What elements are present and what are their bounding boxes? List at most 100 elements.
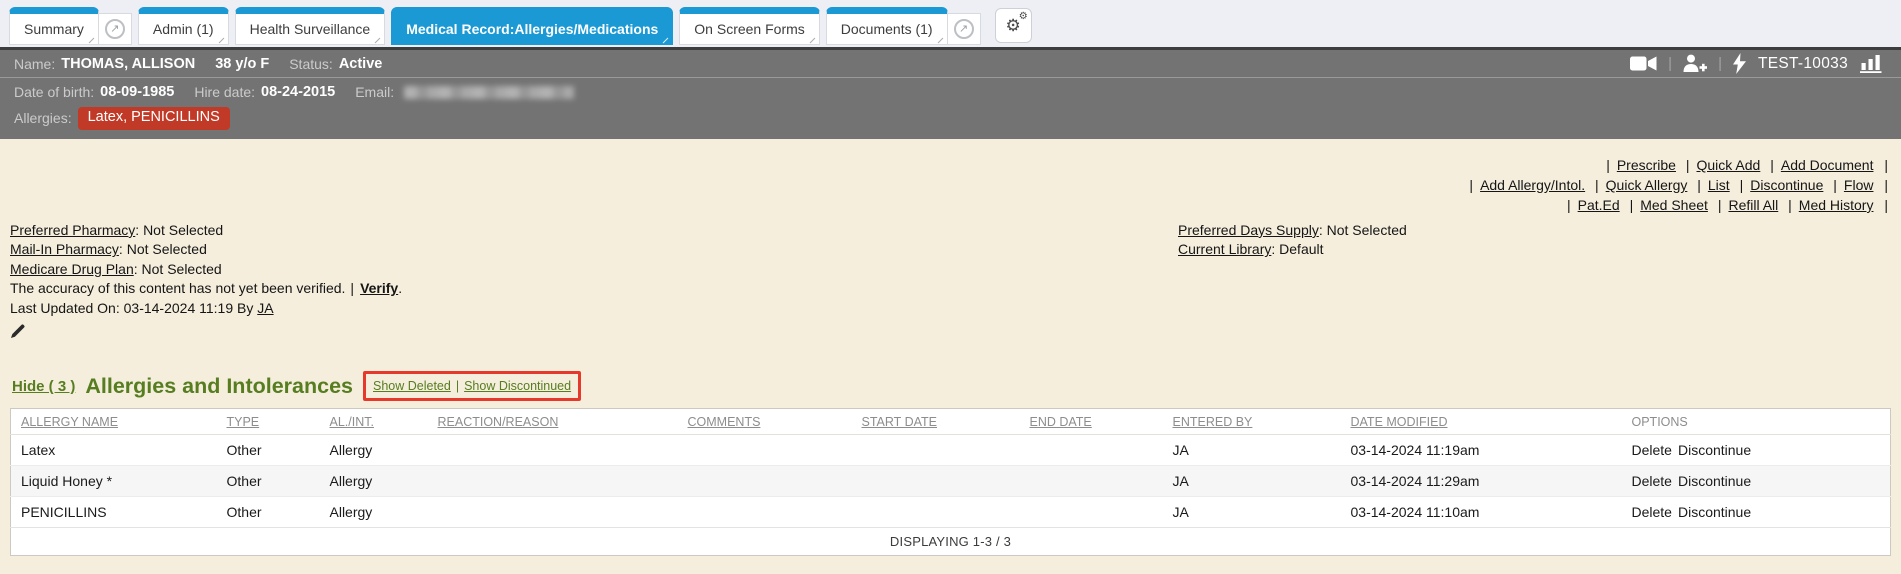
documents-popout-button[interactable]: ↗ <box>947 13 981 45</box>
patient-id: TEST-10033 <box>1758 55 1848 73</box>
col-comments[interactable]: COMMENTS <box>684 409 858 435</box>
paging-status: DISPLAYING 1-3 / 3 <box>11 528 1891 556</box>
last-updated-by-link[interactable]: JA <box>257 300 273 316</box>
discontinue-link[interactable]: Discontinue <box>1734 177 1824 193</box>
cell-options: Delete Discontinue <box>1628 497 1891 528</box>
pharmacy-info-right: Preferred Days SupplyNot Selected Curren… <box>1178 221 1407 319</box>
preferred-pharmacy-value: Not Selected <box>143 222 223 238</box>
popout-arrow-icon: ↗ <box>105 19 125 39</box>
edit-row <box>10 323 1891 340</box>
cell-entered-by: JA <box>1169 466 1347 497</box>
col-date-modified[interactable]: DATE MODIFIED <box>1347 409 1628 435</box>
status-label: Status: <box>289 56 333 72</box>
cell-al-int: Allergy <box>326 435 434 466</box>
cell-entered-by: JA <box>1169 435 1347 466</box>
delete-action[interactable]: Delete <box>1632 473 1672 489</box>
add-document-link[interactable]: Add Document <box>1764 157 1873 173</box>
preferred-pharmacy-row: Preferred PharmacyNot Selected <box>10 221 1178 241</box>
cell-type: Other <box>223 497 326 528</box>
tab-health-surveillance[interactable]: Health Surveillance <box>235 7 386 45</box>
preferred-days-supply-link[interactable]: Preferred Days Supply <box>1178 222 1327 238</box>
mail-in-pharmacy-row: Mail-In PharmacyNot Selected <box>10 240 1178 260</box>
col-end-date[interactable]: END DATE <box>1026 409 1169 435</box>
preferred-days-supply-row: Preferred Days SupplyNot Selected <box>1178 221 1407 241</box>
tab-summary[interactable]: Summary <box>9 7 99 45</box>
cell-end-date <box>1026 497 1169 528</box>
discontinue-action[interactable]: Discontinue <box>1678 504 1751 520</box>
medicare-drug-plan-value: Not Selected <box>142 261 222 277</box>
col-type[interactable]: TYPE <box>223 409 326 435</box>
cell-start-date <box>858 466 1026 497</box>
refill-all-link[interactable]: Refill All <box>1712 197 1778 213</box>
discontinue-action[interactable]: Discontinue <box>1678 442 1751 458</box>
allergies-badge[interactable]: Latex, PENICILLINS <box>78 107 230 130</box>
preferred-pharmacy-link[interactable]: Preferred Pharmacy <box>10 222 143 238</box>
quick-add-link[interactable]: Quick Add <box>1680 157 1760 173</box>
show-deleted-link[interactable]: Show Deleted <box>373 379 451 393</box>
col-al-int[interactable]: AL./INT. <box>326 409 434 435</box>
quick-links-line-3: Pat.Ed Med Sheet Refill All Med History <box>10 195 1888 215</box>
name-label: Name: <box>14 56 55 72</box>
discontinue-action[interactable]: Discontinue <box>1678 473 1751 489</box>
tab-on-screen-forms[interactable]: On Screen Forms <box>679 7 819 45</box>
col-reaction-reason[interactable]: REACTION/REASON <box>434 409 684 435</box>
redacted-email-value <box>404 86 574 99</box>
tab-label: Documents (1) <box>841 21 933 37</box>
tab-label: Admin (1) <box>153 21 214 37</box>
cell-date-modified: 03-14-2024 11:10am <box>1347 497 1628 528</box>
add-allergy-intol-link[interactable]: Add Allergy/Intol. <box>1463 177 1585 193</box>
table-row: PENICILLINS Other Allergy JA 03-14-2024 … <box>11 497 1891 528</box>
verify-link[interactable]: Verify <box>345 280 398 296</box>
annotation-highlight-box: Show Deleted Show Discontinued <box>363 371 581 401</box>
cell-type: Other <box>223 435 326 466</box>
delete-action[interactable]: Delete <box>1632 504 1672 520</box>
cell-start-date <box>858 497 1026 528</box>
summary-popout-button[interactable]: ↗ <box>98 13 132 45</box>
patient-banner-row-2: Date of birth: 08-09-1985 Hire date: 08-… <box>0 80 1901 104</box>
bar-chart-icon[interactable] <box>1860 54 1883 73</box>
cell-comments <box>684 466 858 497</box>
current-library-link[interactable]: Current Library <box>1178 241 1279 257</box>
current-library-value: Default <box>1279 241 1323 257</box>
quick-allergy-link[interactable]: Quick Allergy <box>1589 177 1687 193</box>
show-discontinued-link[interactable]: Show Discontinued <box>464 379 571 393</box>
separator <box>451 377 464 395</box>
hire-date-label: Hire date: <box>194 84 255 100</box>
allergies-table: ALLERGY NAME TYPE AL./INT. REACTION/REAS… <box>10 408 1891 556</box>
accuracy-row: The accuracy of this content has not yet… <box>10 279 1178 299</box>
pat-ed-link[interactable]: Pat.Ed <box>1561 197 1620 213</box>
lightning-bolt-icon[interactable] <box>1733 53 1746 74</box>
cell-date-modified: 03-14-2024 11:19am <box>1347 435 1628 466</box>
flow-link[interactable]: Flow <box>1827 177 1873 193</box>
add-person-icon[interactable] <box>1683 54 1707 73</box>
current-library-row: Current LibraryDefault <box>1178 240 1407 260</box>
settings-button[interactable]: ⚙⚙ <box>995 8 1032 43</box>
table-header-row: ALLERGY NAME TYPE AL./INT. REACTION/REAS… <box>11 409 1891 435</box>
tab-admin[interactable]: Admin (1) <box>138 7 229 45</box>
prescribe-link[interactable]: Prescribe <box>1600 157 1676 173</box>
separator <box>1707 55 1733 73</box>
med-history-link[interactable]: Med History <box>1782 197 1873 213</box>
patient-dob: 08-09-1985 <box>100 84 174 100</box>
pencil-edit-icon[interactable] <box>10 326 26 343</box>
med-sheet-link[interactable]: Med Sheet <box>1624 197 1708 213</box>
app-window: Summary ↗ Admin (1) Health Surveillance … <box>0 0 1901 574</box>
tab-label: Medical Record:Allergies/Medications <box>406 21 658 37</box>
preferred-days-supply-value: Not Selected <box>1327 222 1407 238</box>
patient-hire-date: 08-24-2015 <box>261 84 335 100</box>
list-link[interactable]: List <box>1691 177 1729 193</box>
tab-documents[interactable]: Documents (1) <box>826 7 948 45</box>
mail-in-pharmacy-link[interactable]: Mail-In Pharmacy <box>10 241 127 257</box>
col-start-date[interactable]: START DATE <box>858 409 1026 435</box>
col-entered-by[interactable]: ENTERED BY <box>1169 409 1347 435</box>
tab-medical-record-allergies-medications[interactable]: Medical Record:Allergies/Medications <box>391 7 673 45</box>
section-title: Allergies and Intolerances <box>85 374 353 399</box>
last-updated-row: Last Updated On: 03-14-2024 11:19 By JA <box>10 299 1178 319</box>
hide-section-link[interactable]: Hide ( 3 ) <box>12 378 75 395</box>
medicare-drug-plan-row: Medicare Drug PlanNot Selected <box>10 260 1178 280</box>
delete-action[interactable]: Delete <box>1632 442 1672 458</box>
medicare-drug-plan-link[interactable]: Medicare Drug Plan <box>10 261 142 277</box>
cell-al-int: Allergy <box>326 466 434 497</box>
video-camera-icon[interactable] <box>1630 55 1657 72</box>
col-allergy-name[interactable]: ALLERGY NAME <box>11 409 223 435</box>
